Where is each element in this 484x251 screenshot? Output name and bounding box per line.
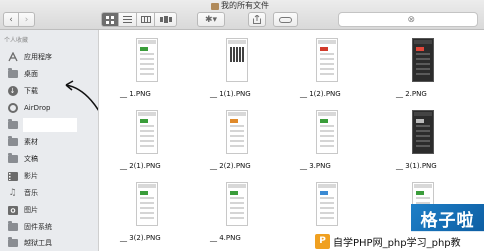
annotation-arrow-icon <box>65 80 98 112</box>
window-title: 我的所有文件 <box>211 1 269 11</box>
toolbar: 我的所有文件 ‹ › ✱▾ ⊗ <box>0 0 484 30</box>
file-name: __ 2(2).PNG <box>210 162 251 170</box>
tag-icon <box>279 16 292 23</box>
desktop-icon <box>7 68 18 79</box>
watermark-corner-text: 格子啦 <box>420 210 475 231</box>
list-view-icon <box>123 16 132 23</box>
file-item[interactable]: __ 2(2).PNG <box>210 110 270 174</box>
folder-icon <box>7 221 18 232</box>
sidebar: 个人收藏 应用程序 桌面 ↓ 下载 AirDrop 素材 文稿 影片 ♫ 音乐 <box>0 30 99 251</box>
gear-icon: ✱▾ <box>204 14 218 25</box>
sidebar-item-applications[interactable]: 应用程序 <box>0 49 98 65</box>
sidebar-item-label: 桌面 <box>24 69 38 78</box>
file-item[interactable]: __ 2.PNG <box>396 38 456 102</box>
search-input[interactable]: ⊗ <box>338 12 478 27</box>
window-title-text: 我的所有文件 <box>221 1 269 10</box>
sidebar-item-label: 素材 <box>24 137 38 146</box>
icon-view-icon <box>106 15 114 24</box>
list-view-button[interactable] <box>119 12 137 27</box>
sidebar-item-movies[interactable]: 影片 <box>0 168 98 184</box>
sidebar-item-documents[interactable]: 文稿 <box>0 151 98 167</box>
sidebar-item-materials[interactable]: 素材 <box>0 134 98 150</box>
share-icon <box>253 15 261 24</box>
sidebar-item-pictures[interactable]: 图片 <box>0 202 98 218</box>
documents-icon <box>7 153 18 164</box>
file-name: __ 1(1).PNG <box>210 90 251 98</box>
folder-icon <box>7 237 18 248</box>
file-item[interactable]: __ 2(1).PNG <box>120 110 180 174</box>
file-name: __ 3(1).PNG <box>396 162 437 170</box>
php-logo-icon: P <box>315 233 330 249</box>
file-thumbnail <box>226 182 248 226</box>
watermark-bottom: P 自学PHP网_php学习_php教 <box>313 231 484 251</box>
sidebar-item-label: AirDrop <box>24 103 51 112</box>
file-item[interactable]: __ 4.PNG <box>210 182 270 246</box>
forward-button[interactable]: › <box>19 12 35 27</box>
file-item[interactable]: __ 3(1).PNG <box>396 110 456 174</box>
applications-icon <box>7 52 18 62</box>
watermark-bottom-text: 自学PHP网_php学习_php教 <box>333 237 461 249</box>
back-button[interactable]: ‹ <box>3 12 19 27</box>
file-item[interactable]: __ 3(2).PNG <box>120 182 180 246</box>
watermark-corner: 格子啦 <box>411 204 484 232</box>
folder-icon <box>7 136 18 147</box>
file-item[interactable]: __ 3.PNG <box>300 110 360 174</box>
sidebar-item-label: 音乐 <box>24 188 38 197</box>
icon-view-button[interactable] <box>101 12 119 27</box>
file-thumbnail <box>226 110 248 154</box>
chevron-left-icon: ‹ <box>9 14 13 25</box>
folder-icon <box>7 119 18 130</box>
cover-flow-icon <box>159 16 172 23</box>
file-thumbnail <box>316 182 338 226</box>
column-view-button[interactable] <box>137 12 155 27</box>
arrange-button[interactable]: ✱▾ <box>197 12 225 27</box>
tag-button[interactable] <box>273 12 298 27</box>
download-icon: ↓ <box>7 86 18 96</box>
sidebar-item-firmware[interactable]: 固件系统 <box>0 219 98 235</box>
file-item[interactable]: __ 1(2).PNG <box>300 38 360 102</box>
sidebar-item-jailbreak-tools[interactable]: 越狱工具 <box>0 235 98 251</box>
sidebar-item-label: 影片 <box>24 171 38 180</box>
file-thumbnail <box>412 38 434 82</box>
file-thumbnail <box>136 182 158 226</box>
file-item[interactable]: __ 1.PNG <box>120 38 180 102</box>
file-thumbnail <box>412 110 434 154</box>
file-name: __ 1(2).PNG <box>300 90 341 98</box>
sidebar-item-label: 文稿 <box>24 154 38 163</box>
search-clear-icon[interactable]: ⊗ <box>407 15 415 25</box>
chevron-right-icon: › <box>24 14 29 25</box>
file-thumbnail <box>136 38 158 82</box>
share-button[interactable] <box>248 12 266 27</box>
file-name: __ 3.PNG <box>300 162 331 170</box>
file-name: __ 2(1).PNG <box>120 162 161 170</box>
file-name: __ 4.PNG <box>210 234 241 242</box>
folder-icon <box>211 2 219 10</box>
file-item[interactable]: __ 1(1).PNG <box>210 38 270 102</box>
sidebar-item-label: 固件系统 <box>24 222 52 231</box>
sidebar-item-label: 越狱工具 <box>24 238 52 247</box>
file-thumbnail <box>316 110 338 154</box>
column-view-icon <box>140 16 151 23</box>
movies-icon <box>7 171 18 181</box>
file-name: __ 1.PNG <box>120 90 151 98</box>
music-icon: ♫ <box>8 188 17 198</box>
file-thumbnail <box>226 38 248 82</box>
sidebar-section-title: 个人收藏 <box>4 37 29 44</box>
view-mode-selector <box>101 12 177 27</box>
sidebar-item-label: 应用程序 <box>24 52 52 61</box>
file-name: __ 2.PNG <box>396 90 427 98</box>
airdrop-icon <box>7 103 18 113</box>
pictures-icon <box>7 205 18 215</box>
sidebar-item-music[interactable]: ♫ 音乐 <box>0 185 98 201</box>
cover-flow-view-button[interactable] <box>155 12 177 27</box>
sidebar-item-label: 下载 <box>24 86 38 95</box>
file-name: __ 3(2).PNG <box>120 234 161 242</box>
file-thumbnail <box>316 38 338 82</box>
sidebar-item-label: 图片 <box>24 205 38 214</box>
file-thumbnail <box>136 110 158 154</box>
